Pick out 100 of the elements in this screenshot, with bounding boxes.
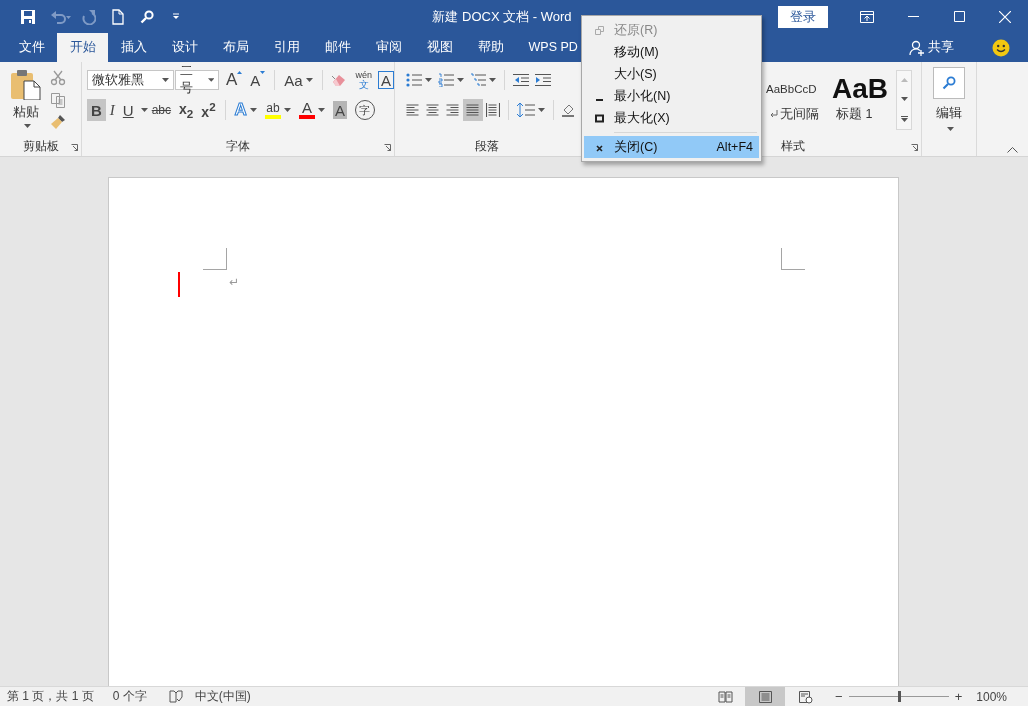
align-justify-icon[interactable] <box>466 103 480 117</box>
menu-item[interactable]: 关闭(C) Alt+F4 <box>584 136 759 158</box>
caret-icon[interactable] <box>140 108 148 112</box>
more-icon[interactable] <box>900 115 908 122</box>
zoom-level[interactable]: 100% <box>976 689 1007 704</box>
save-icon[interactable] <box>20 8 36 25</box>
caret-icon[interactable] <box>425 78 432 82</box>
caret-icon[interactable] <box>538 108 545 112</box>
style-gallery-item[interactable]: AaB 标题 1 <box>830 70 892 124</box>
character-border-button[interactable]: A <box>378 71 394 89</box>
caret-icon[interactable] <box>24 124 31 128</box>
caret-icon[interactable] <box>162 78 170 82</box>
share-button[interactable]: 共享 <box>909 33 954 62</box>
menu-item[interactable]: 最大化(X) <box>584 107 759 129</box>
subscript-button[interactable]: x$_{2}$ <box>175 99 198 121</box>
bold-button[interactable]: B <box>87 99 106 121</box>
superscript-button[interactable]: x$^{2}$ <box>197 99 220 121</box>
ribbon-tab[interactable]: 引用 <box>261 33 312 62</box>
paste-button[interactable]: 粘贴 <box>4 68 48 136</box>
ribbon-tab[interactable]: 邮件 <box>312 33 363 62</box>
undo-icon[interactable] <box>50 8 72 25</box>
print-view-icon[interactable] <box>757 689 773 704</box>
ribbon-tab[interactable]: 帮助 <box>465 33 516 62</box>
dialog-launcher-icon[interactable] <box>911 144 918 151</box>
multilevel-list-icon[interactable] <box>470 73 486 87</box>
zoom-in-button[interactable]: + <box>954 689 963 704</box>
close-icon[interactable] <box>594 142 604 152</box>
document-icon[interactable] <box>112 8 124 25</box>
caret-icon[interactable] <box>947 127 954 131</box>
caret-icon[interactable] <box>317 108 325 112</box>
menu-item[interactable]: 大小(S) <box>584 63 759 85</box>
line-spacing-icon[interactable] <box>517 102 535 118</box>
ribbon-tab[interactable]: 文件 <box>6 33 57 62</box>
group-label: 段落 <box>475 137 499 155</box>
scissors-icon[interactable] <box>50 70 66 86</box>
window-title: 新建 DOCX 文档 - Word <box>431 7 573 26</box>
character-shading-button[interactable]: A <box>332 101 347 119</box>
read-view-icon[interactable] <box>717 689 733 704</box>
down-triangle-icon <box>260 71 266 74</box>
style-gallery-item[interactable]: AaBbCcD 无间隔 <box>764 70 830 124</box>
redo-icon[interactable] <box>82 8 96 25</box>
highlight-button[interactable]: ab <box>260 99 295 121</box>
search-icon[interactable] <box>140 9 154 24</box>
ribbon-tab[interactable]: 审阅 <box>363 33 414 62</box>
menu-item[interactable]: 移动(M) <box>584 41 759 63</box>
crop-mark <box>781 248 805 270</box>
format-painter-icon[interactable] <box>50 114 66 130</box>
zoom-out-button[interactable]: − <box>835 689 843 704</box>
shrink-font-button[interactable]: A <box>246 69 270 91</box>
align-distributed-icon[interactable] <box>486 103 500 117</box>
smiley-icon[interactable] <box>992 38 1010 57</box>
person-add-icon[interactable] <box>909 39 925 56</box>
scroll-down-icon[interactable] <box>900 97 908 101</box>
collapse-ribbon-icon[interactable] <box>1007 147 1018 153</box>
ribbon-tab[interactable]: 视图 <box>414 33 465 62</box>
close-icon[interactable] <box>999 10 1011 23</box>
caret-icon[interactable] <box>457 78 464 82</box>
underline-button[interactable]: U <box>118 99 138 121</box>
up-triangle-icon <box>237 71 243 74</box>
decrease-indent-icon[interactable] <box>513 73 529 87</box>
caret-icon[interactable] <box>207 78 215 82</box>
login-button[interactable]: 登录 <box>778 5 828 28</box>
align-left-icon[interactable] <box>406 103 420 117</box>
change-case-button[interactable]: Aa <box>280 69 317 91</box>
ribbon-tab[interactable]: 开始 <box>57 33 108 62</box>
slider-thumb[interactable] <box>897 691 901 702</box>
italic-button[interactable]: I <box>105 99 119 121</box>
group-label: 剪贴板 <box>22 137 59 155</box>
dialog-launcher-icon[interactable] <box>384 144 391 151</box>
ribbon-tab[interactable]: 布局 <box>210 33 261 62</box>
ribbon-tab[interactable]: WPS PD <box>516 33 578 62</box>
strike-button[interactable]: abc <box>147 99 176 121</box>
language-indicator[interactable]: 中文(中国) <box>194 688 251 705</box>
bullets-icon[interactable] <box>406 73 422 87</box>
editing-button[interactable]: 编辑 <box>922 67 976 131</box>
increase-indent-icon[interactable] <box>535 73 551 87</box>
clipboard-icon <box>10 68 42 100</box>
search-icon[interactable] <box>942 76 956 90</box>
menu-item[interactable]: 最小化(N) <box>584 85 759 107</box>
caret-icon[interactable] <box>305 78 313 82</box>
align-right-icon[interactable] <box>446 103 460 117</box>
align-center-icon[interactable] <box>426 103 440 117</box>
word-count: 0 个字 <box>112 688 147 705</box>
phonetic-guide-button[interactable]: wén 文 <box>351 69 376 91</box>
web-view-icon[interactable] <box>797 689 813 704</box>
ribbon-display-icon[interactable] <box>860 10 874 23</box>
font-color-button[interactable]: A <box>294 99 329 121</box>
caret-icon[interactable] <box>283 108 291 112</box>
customize-icon[interactable] <box>172 13 180 20</box>
copy-icon[interactable] <box>50 92 66 108</box>
page-count: 第 1 页，共 1 页 <box>7 688 94 705</box>
ribbon-tab[interactable]: 插入 <box>108 33 159 62</box>
grow-font-button[interactable]: A <box>221 69 247 91</box>
maximize-icon[interactable] <box>594 113 604 123</box>
caret-icon[interactable] <box>249 108 257 112</box>
dialog-launcher-icon[interactable] <box>71 144 78 151</box>
paragraph-mark: ↵ <box>229 275 240 289</box>
ribbon-tab[interactable]: 设计 <box>159 33 210 62</box>
caret-icon[interactable] <box>489 78 496 82</box>
font-name-dropdown[interactable]: 微软雅黑 <box>87 70 175 90</box>
